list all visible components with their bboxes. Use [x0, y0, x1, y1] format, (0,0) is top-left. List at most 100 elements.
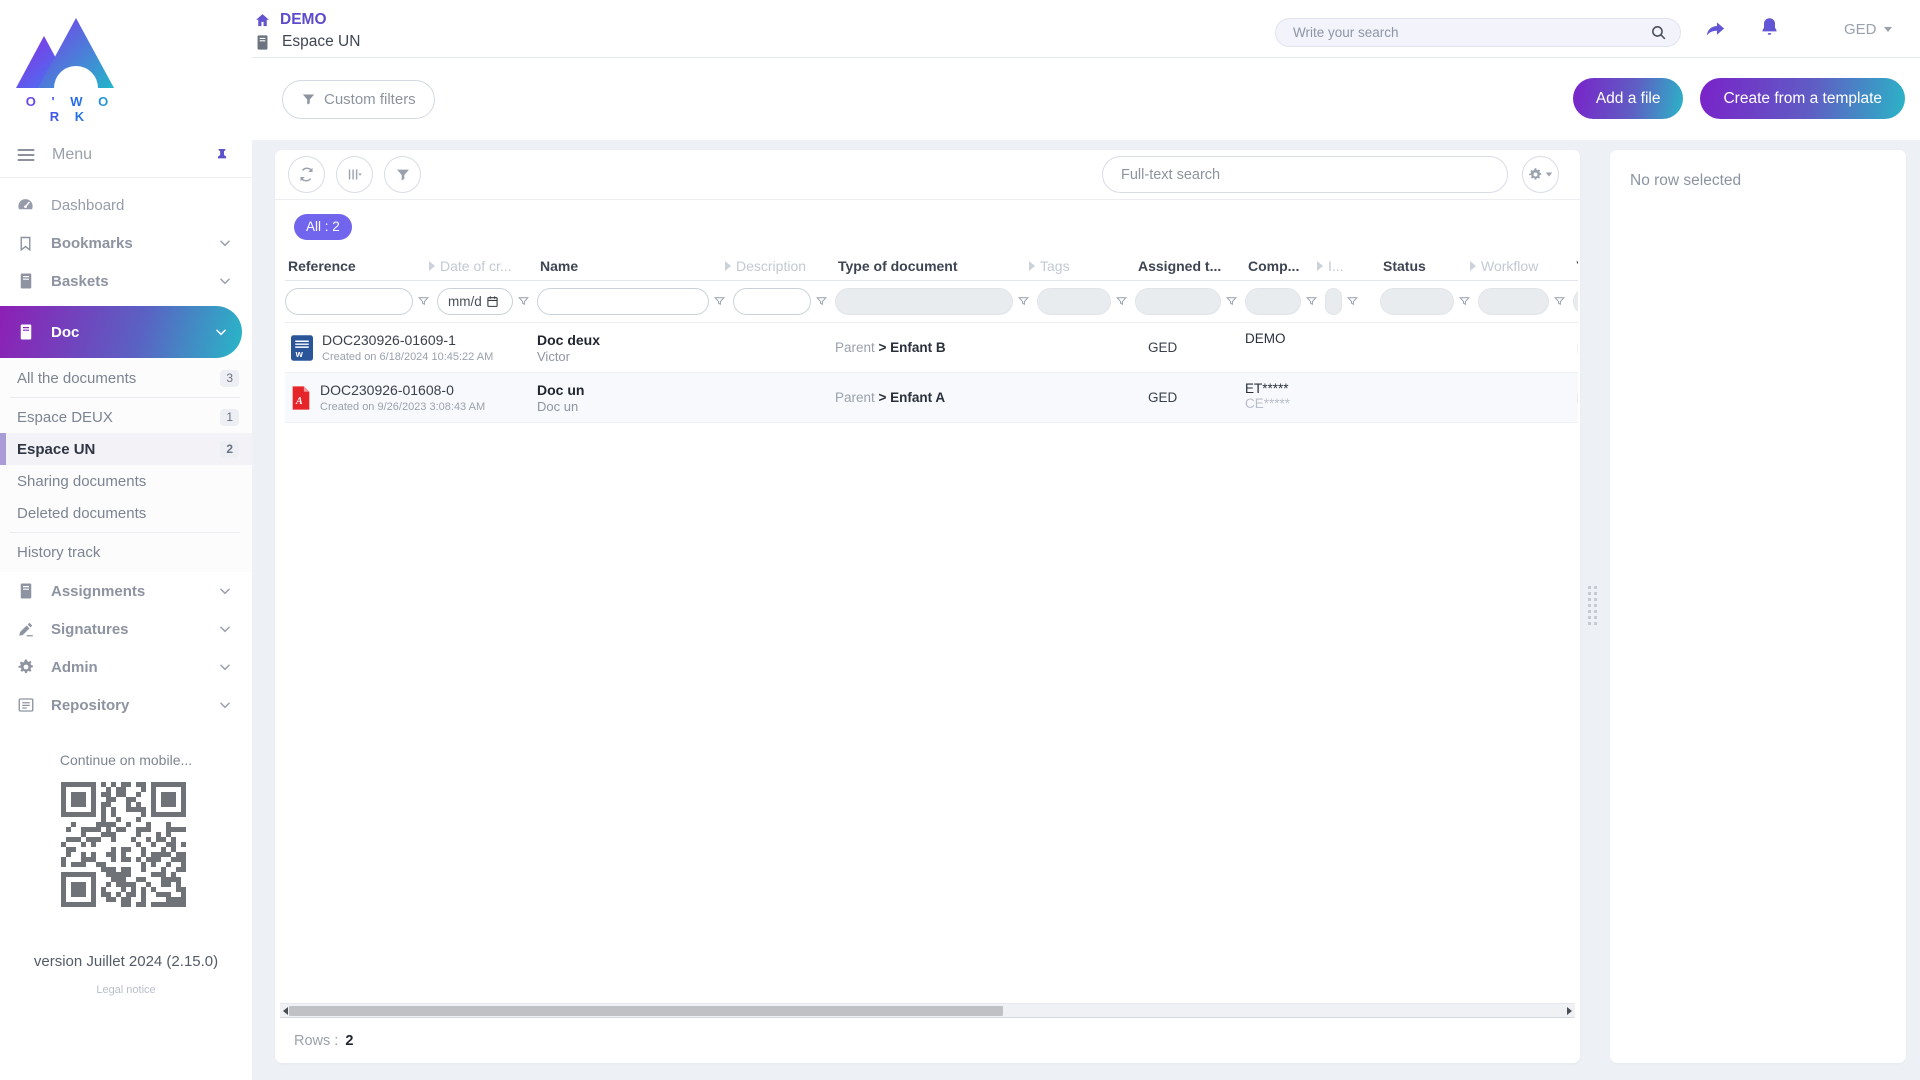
all-count-badge[interactable]: All : 2: [294, 214, 352, 240]
funnel-filter-icon[interactable]: [417, 295, 430, 308]
book-icon: [16, 272, 35, 290]
funnel-filter-icon[interactable]: [1305, 295, 1318, 308]
refresh-button[interactable]: [288, 156, 325, 193]
sort-chevron-icon: [1470, 260, 1476, 271]
book-icon: [254, 34, 271, 51]
column-label: Status: [1383, 257, 1426, 274]
add-file-button[interactable]: Add a file: [1572, 78, 1684, 119]
column-header-description[interactable]: Description: [733, 258, 835, 274]
column-header-reference[interactable]: Reference: [285, 258, 437, 274]
funnel-filter-icon[interactable]: [815, 295, 828, 308]
filter-cell: [537, 288, 733, 315]
funnel-filter-icon[interactable]: [1225, 295, 1238, 308]
column-header-type-of-document[interactable]: Type of document: [835, 258, 1037, 274]
table-settings-button[interactable]: [1522, 156, 1559, 193]
scrollbar-thumb[interactable]: [289, 1006, 1003, 1016]
filter-input-disabled: [1037, 288, 1111, 315]
reference-text: DOC230926-01609-1: [322, 332, 456, 348]
date-filter-input[interactable]: mm/d: [437, 288, 513, 315]
sidebar-item-repository[interactable]: Repository: [0, 686, 252, 724]
sidebar-item-signatures[interactable]: Signatures: [0, 610, 252, 648]
subitem-label: Sharing documents: [17, 472, 147, 490]
name-cell: Doc deux Victor: [537, 332, 733, 364]
sidebar-subitem-espace-un[interactable]: Espace UN 2: [0, 433, 252, 465]
column-header-date-of-cr[interactable]: Date of cr...: [437, 258, 537, 274]
sidebar-nav: Dashboard Bookmarks Baskets Doc All the docu…: [0, 178, 252, 724]
column-header-assigned-t[interactable]: Assigned t...: [1135, 258, 1245, 274]
filter-cell: [1573, 288, 1578, 315]
company-cell: ET***** CE*****: [1245, 373, 1325, 411]
filter-input[interactable]: [537, 288, 709, 315]
column-header-status[interactable]: Status: [1380, 258, 1478, 274]
sidebar-subitem-espace-deux[interactable]: Espace DEUX 1: [0, 401, 252, 433]
sidebar-subitem-all-the-documents[interactable]: All the documents 3: [0, 362, 252, 394]
app-logo[interactable]: O ' W O R K: [0, 0, 140, 124]
column-label: I...: [1328, 257, 1344, 274]
column-header-name[interactable]: Name: [537, 258, 733, 274]
notifications-bell-icon[interactable]: [1759, 16, 1780, 37]
table-row[interactable]: A DOC230926-01608-0 Created on 9/26/2023 3…: [285, 373, 1578, 423]
sidebar-item-dashboard[interactable]: Dashboard: [0, 186, 252, 224]
sort-chevron-icon: [725, 260, 731, 271]
count-badge: 2: [220, 440, 239, 458]
reference-block: DOC230926-01608-0 Created on 9/26/2023 3:…: [320, 382, 485, 413]
sidebar-item-bookmarks[interactable]: Bookmarks: [0, 224, 252, 262]
pin-sidebar-icon[interactable]: [214, 147, 230, 163]
type-child: > Enfant A: [874, 390, 946, 405]
filter-cell: [1135, 288, 1245, 315]
fulltext-search-input[interactable]: [1102, 156, 1508, 193]
funnel-filter-icon[interactable]: [1017, 295, 1030, 308]
calendar-icon: [486, 295, 499, 308]
sidebar-item-admin[interactable]: Admin: [0, 648, 252, 686]
scroll-left-icon[interactable]: [283, 1007, 288, 1015]
share-icon[interactable]: [1704, 18, 1727, 41]
table-row[interactable]: w DOC230926-01609-1 Created on 6/18/2024 1…: [285, 323, 1578, 373]
breadcrumb-page[interactable]: Espace UN: [254, 33, 360, 51]
create-from-template-button[interactable]: Create from a template: [1700, 78, 1905, 119]
chevron-down-icon: [218, 698, 232, 712]
funnel-filter-icon[interactable]: [1115, 295, 1128, 308]
funnel-filter-icon[interactable]: [1553, 295, 1566, 308]
funnel-filter-icon[interactable]: [1346, 295, 1359, 308]
funnel-filter-icon[interactable]: [517, 295, 530, 308]
column-header-tags[interactable]: Tags: [1037, 258, 1135, 274]
user-menu[interactable]: GED: [1844, 21, 1892, 38]
legal-notice-link[interactable]: Legal notice: [0, 984, 252, 996]
sidebar-item-baskets[interactable]: Baskets: [0, 262, 252, 300]
submenu-divider: [10, 532, 240, 533]
column-header-comp[interactable]: Comp...: [1245, 258, 1325, 274]
filter-cell: [1245, 288, 1325, 315]
funnel-filter-icon[interactable]: [713, 295, 726, 308]
search-icon[interactable]: [1650, 24, 1667, 41]
hamburger-icon[interactable]: [16, 145, 36, 165]
scroll-right-icon[interactable]: [1567, 1007, 1572, 1015]
pdf-file-icon: A: [291, 385, 311, 411]
document-subname: Victor: [537, 348, 570, 364]
global-search-input[interactable]: [1276, 25, 1650, 40]
column-header-i[interactable]: I...: [1325, 258, 1380, 274]
sidebar-subitem-sharing-documents[interactable]: Sharing documents: [0, 465, 252, 497]
sidebar-subitem-deleted-documents[interactable]: Deleted documents: [0, 497, 252, 529]
filter-button[interactable]: [384, 156, 421, 193]
sidebar-item-assignments[interactable]: Assignments: [0, 572, 252, 610]
column-header-workflow[interactable]: Workflow: [1478, 258, 1573, 274]
subitem-label: Espace UN: [17, 440, 96, 458]
sidebar-subitem-history-track[interactable]: History track: [0, 536, 252, 568]
filter-cell: [285, 288, 437, 315]
sidebar-item-label: Bookmarks: [51, 234, 133, 252]
dashboard-icon: [16, 196, 35, 215]
funnel-filter-icon[interactable]: [1458, 295, 1471, 308]
created-text: Created on 9/26/2023 3:08:43 AM: [320, 401, 486, 413]
custom-filters-button[interactable]: Custom filters: [282, 80, 435, 119]
panel-resize-grip[interactable]: [1588, 586, 1597, 625]
clipped-cell-text: I: [1573, 390, 1578, 406]
breadcrumb-root[interactable]: DEMO: [254, 11, 327, 29]
filter-input[interactable]: [733, 288, 811, 315]
column-header-y[interactable]: Y...: [1573, 258, 1578, 274]
sidebar-item-label: Doc: [51, 323, 80, 341]
sidebar-item-doc[interactable]: Doc: [0, 306, 242, 358]
filter-input[interactable]: [285, 288, 413, 315]
columns-button[interactable]: [336, 156, 373, 193]
documents-table: Reference Date of cr... Name Description Typ…: [285, 251, 1578, 423]
horizontal-scrollbar[interactable]: [280, 1003, 1575, 1018]
